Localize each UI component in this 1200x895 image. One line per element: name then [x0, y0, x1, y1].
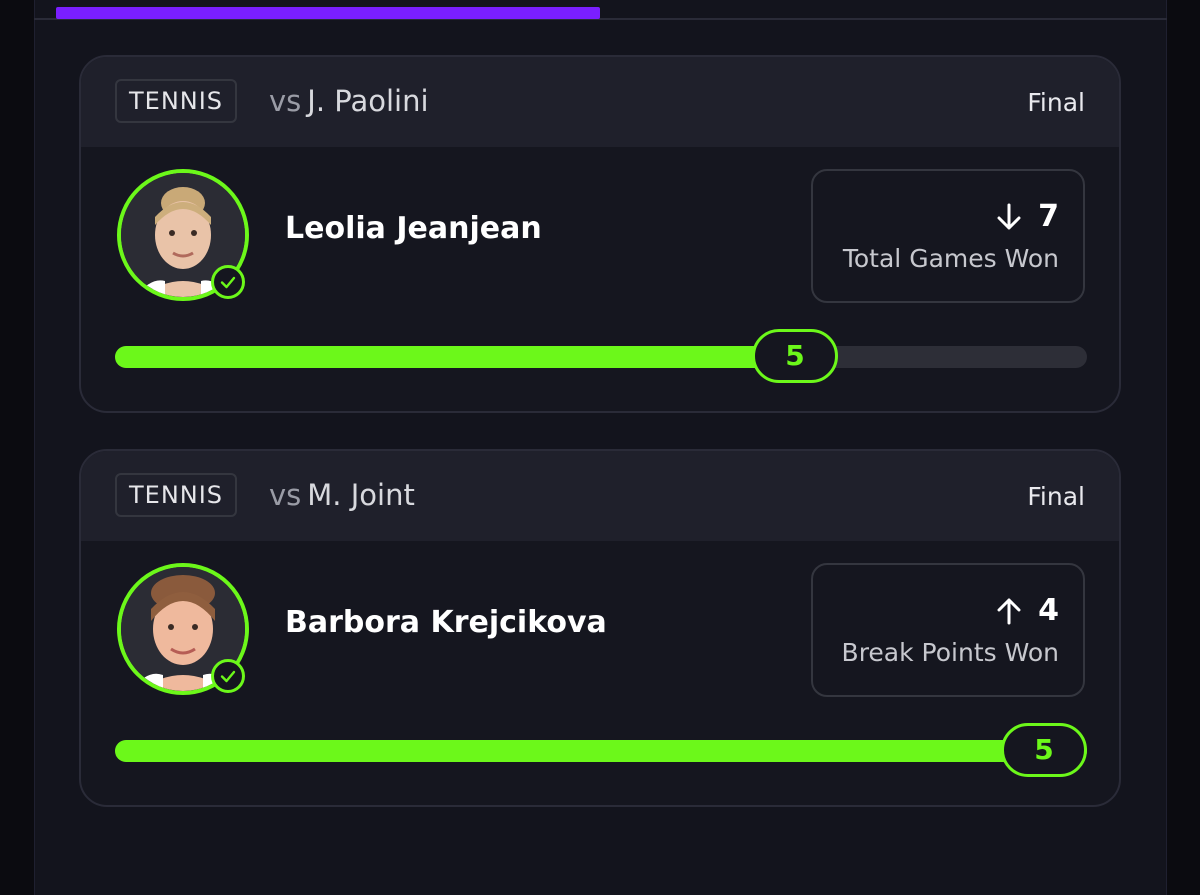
progress-fill	[115, 740, 1087, 762]
stat-value-row: 7	[996, 197, 1059, 237]
stat-box: 4 Break Points Won	[811, 563, 1085, 697]
opponent-name: J. Paolini	[307, 84, 429, 118]
progress-track: 5	[115, 329, 1087, 383]
card-header: TENNIS vs J. Paolini Final	[81, 57, 1119, 147]
active-tab-indicator[interactable]	[56, 7, 600, 19]
player-name[interactable]: Barbora Krejcikova	[285, 603, 607, 643]
vs-label: vs	[269, 84, 302, 118]
vs-label: vs	[269, 478, 302, 512]
progress-fill	[115, 346, 795, 368]
progress-track: 5	[115, 723, 1087, 777]
opponent-name: M. Joint	[307, 478, 415, 512]
stat-box: 7 Total Games Won	[811, 169, 1085, 303]
match-status: Final	[1027, 482, 1085, 511]
stat-value-row: 4	[996, 591, 1059, 631]
player-avatar	[117, 563, 249, 695]
pick-card[interactable]: TENNIS vs J. Paolini Final Leolia Jeanjea…	[79, 55, 1121, 413]
stat-label: Total Games Won	[842, 244, 1059, 273]
arrow-up-icon	[997, 598, 1021, 625]
stat-label: Break Points Won	[841, 638, 1059, 667]
check-circle-icon	[211, 659, 245, 693]
check-circle-icon	[211, 265, 245, 299]
card-header: TENNIS vs M. Joint Final	[81, 451, 1119, 541]
progress-value-pill: 5	[1001, 723, 1087, 777]
arrow-down-icon	[997, 203, 1021, 230]
stat-value: 4	[1038, 593, 1059, 628]
player-avatar	[117, 169, 249, 301]
pick-card[interactable]: TENNIS vs M. Joint Final Barbora Krejciko…	[79, 449, 1121, 807]
matchup: vs J. Paolini	[269, 81, 429, 121]
match-status: Final	[1027, 88, 1085, 117]
matchup: vs M. Joint	[269, 475, 415, 515]
sport-badge: TENNIS	[115, 79, 238, 123]
stat-value: 7	[1038, 199, 1059, 234]
player-name[interactable]: Leolia Jeanjean	[285, 209, 542, 249]
progress-value-pill: 5	[752, 329, 838, 383]
sport-badge: TENNIS	[115, 473, 238, 517]
